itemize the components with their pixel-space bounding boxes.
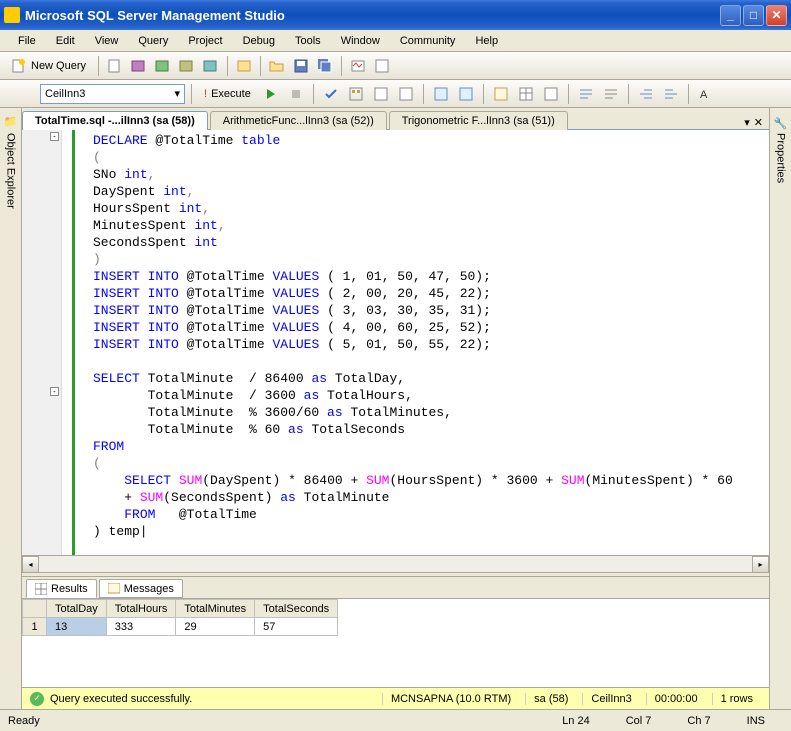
chevron-down-icon: ▾ (174, 87, 180, 100)
status-time: 00:00:00 (646, 693, 706, 705)
results-tab[interactable]: Results (26, 579, 97, 598)
horizontal-scrollbar[interactable]: ◂▸ (22, 555, 769, 572)
app-icon (4, 7, 20, 23)
status-ready: Ready (8, 715, 40, 727)
registered-button[interactable] (371, 55, 393, 77)
parse-button[interactable] (320, 83, 342, 105)
activity-button[interactable] (347, 55, 369, 77)
code-editor[interactable]: DECLARE @TotalTime table ( SNo int, DayS… (72, 130, 769, 555)
menu-help[interactable]: Help (467, 33, 506, 49)
status-ins: INS (729, 715, 783, 727)
results-grid-button[interactable] (515, 83, 537, 105)
stop-button[interactable] (285, 83, 307, 105)
toolbar-btn-2[interactable] (128, 55, 150, 77)
menu-window[interactable]: Window (333, 33, 388, 49)
status-message: Query executed successfully. (50, 693, 192, 705)
results-grid[interactable]: TotalDay TotalHours TotalMinutes TotalSe… (22, 599, 769, 687)
menu-file[interactable]: File (10, 33, 44, 49)
toolbar-btn-3[interactable] (152, 55, 174, 77)
toolbar-main: New Query (0, 52, 791, 80)
status-user: sa (58) (525, 693, 576, 705)
status-bar: Ready Ln 24 Col 7 Ch 7 INS (0, 709, 791, 731)
client-stats-button[interactable] (455, 83, 477, 105)
editor-margin: - - (22, 130, 62, 555)
maximize-button[interactable]: □ (743, 5, 764, 26)
menu-view[interactable]: View (87, 33, 127, 49)
execute-label: Execute (211, 88, 251, 100)
messages-tab[interactable]: Messages (99, 579, 183, 598)
success-icon: ✓ (30, 692, 44, 706)
query-options-button[interactable] (370, 83, 392, 105)
menu-project[interactable]: Project (180, 33, 230, 49)
new-query-icon (11, 58, 27, 74)
status-server: MCNSAPNA (10.0 RTM) (382, 693, 519, 705)
execute-button[interactable]: ! Execute (198, 86, 257, 102)
toolbar-btn-1[interactable] (104, 55, 126, 77)
status-rows: 1 rows (712, 693, 761, 705)
window-title: Microsoft SQL Server Management Studio (25, 8, 720, 23)
comment-button[interactable] (575, 83, 597, 105)
table-row[interactable]: 1 13 333 29 57 (23, 618, 338, 636)
save-button[interactable] (290, 55, 312, 77)
open-file-button[interactable] (266, 55, 288, 77)
tab-close-icon[interactable]: ✕ (754, 116, 763, 129)
menu-bar: File Edit View Query Project Debug Tools… (0, 30, 791, 52)
debug-button[interactable] (260, 83, 282, 105)
tab-totaltime[interactable]: TotalTime.sql -...ilInn3 (sa (58)) (22, 111, 208, 130)
query-status-bar: ✓ Query executed successfully. MCNSAPNA … (22, 687, 769, 709)
object-explorer-tab[interactable]: 📁Object Explorer (0, 108, 22, 709)
actual-plan-button[interactable] (430, 83, 452, 105)
database-combo[interactable]: CeilInn3 ▾ (40, 84, 185, 104)
properties-tab[interactable]: 🔧Properties (769, 108, 791, 709)
status-line: Ln 24 (544, 715, 608, 727)
menu-debug[interactable]: Debug (235, 33, 283, 49)
tab-trigonometric[interactable]: Trigonometric F...lInn3 (sa (51)) (389, 111, 568, 130)
tab-dropdown-icon[interactable]: ▾ (744, 116, 750, 129)
new-query-label: New Query (31, 60, 86, 72)
save-all-button[interactable] (314, 55, 336, 77)
minimize-button[interactable]: _ (720, 5, 741, 26)
new-query-button[interactable]: New Query (4, 55, 93, 77)
outline-collapse-icon[interactable]: - (50, 132, 59, 141)
status-col: Col 7 (608, 715, 670, 727)
title-bar: Microsoft SQL Server Management Studio _… (0, 0, 791, 30)
decrease-indent-button[interactable] (635, 83, 657, 105)
col-totalday[interactable]: TotalDay (47, 600, 107, 618)
col-totalminutes[interactable]: TotalMinutes (176, 600, 255, 618)
outline-collapse-icon[interactable]: - (50, 387, 59, 396)
menu-query[interactable]: Query (130, 33, 176, 49)
results-file-button[interactable] (540, 83, 562, 105)
document-tabs: TotalTime.sql -...ilInn3 (sa (58)) Arith… (22, 108, 769, 130)
messages-icon (108, 583, 120, 595)
database-name: CeilInn3 (45, 88, 85, 100)
toolbar-btn-4[interactable] (176, 55, 198, 77)
menu-tools[interactable]: Tools (287, 33, 329, 49)
open-project-button[interactable] (233, 55, 255, 77)
col-totalhours[interactable]: TotalHours (106, 600, 176, 618)
menu-community[interactable]: Community (392, 33, 464, 49)
menu-edit[interactable]: Edit (48, 33, 83, 49)
grid-corner (23, 600, 47, 618)
svg-text:A: A (700, 89, 708, 101)
results-text-button[interactable] (490, 83, 512, 105)
uncomment-button[interactable] (600, 83, 622, 105)
intellisense-button[interactable] (395, 83, 417, 105)
increase-indent-button[interactable] (660, 83, 682, 105)
estimated-plan-button[interactable] (345, 83, 367, 105)
tab-arithmetic[interactable]: ArithmeticFunc...lInn3 (sa (52)) (210, 111, 387, 130)
status-db: CeilInn3 (582, 693, 639, 705)
status-ch: Ch 7 (669, 715, 728, 727)
close-button[interactable]: ✕ (766, 5, 787, 26)
col-totalseconds[interactable]: TotalSeconds (255, 600, 338, 618)
toolbar-btn-5[interactable] (200, 55, 222, 77)
grid-icon (35, 583, 47, 595)
toolbar-sql: CeilInn3 ▾ ! Execute A (0, 80, 791, 108)
specify-values-button[interactable]: A (695, 83, 717, 105)
